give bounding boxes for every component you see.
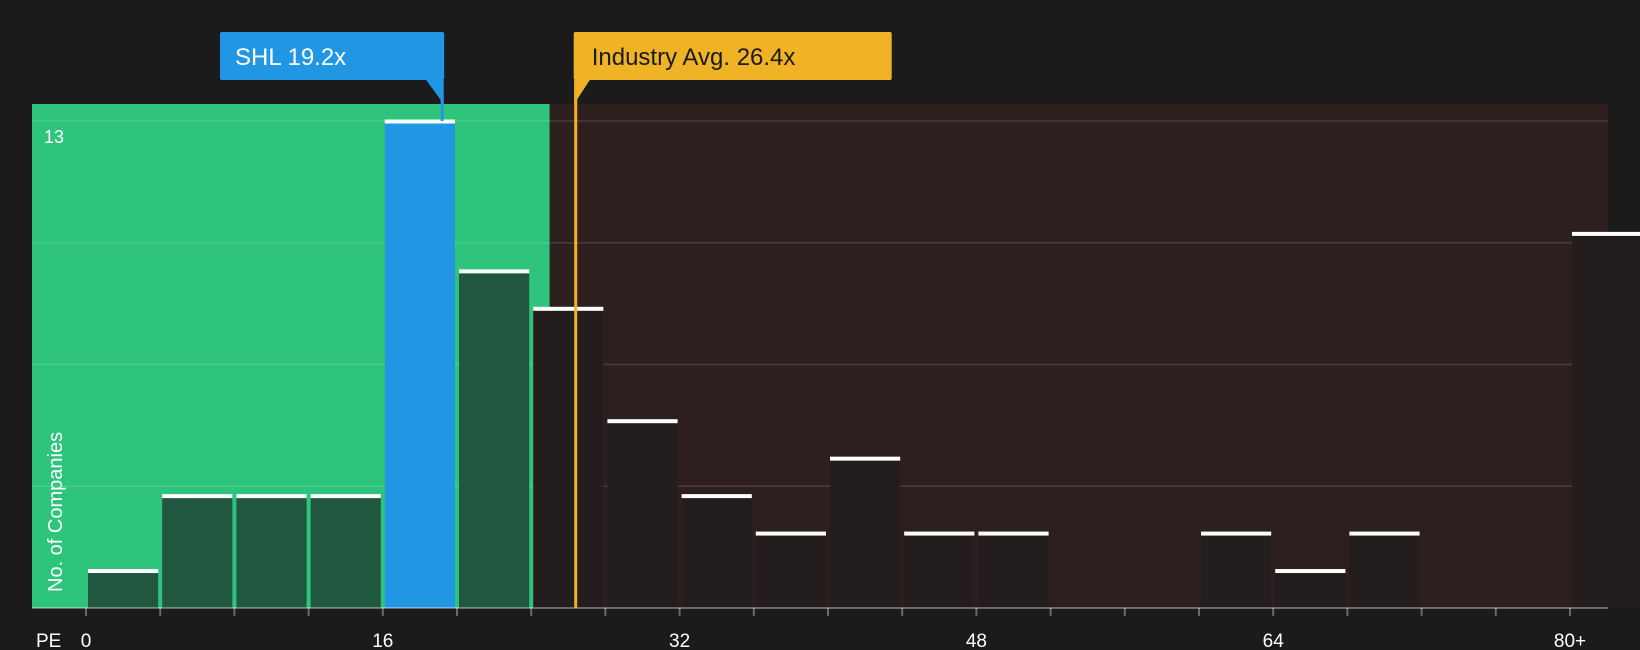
histogram-bar-cap — [384, 119, 455, 124]
histogram-bar-cap — [681, 494, 752, 499]
x-axis-tick-label: 48 — [966, 631, 987, 650]
histogram-bar-cap — [533, 306, 604, 311]
histogram-bar-cap — [607, 419, 678, 424]
histogram-bar — [681, 495, 752, 608]
histogram-bar-cap — [755, 531, 826, 536]
histogram-bar-cap — [236, 494, 307, 499]
histogram-bar — [162, 495, 233, 608]
histogram-bar — [978, 533, 1049, 608]
histogram-bar-cap — [904, 531, 975, 536]
histogram-bar-cap — [830, 456, 901, 461]
histogram-bar-cap — [459, 269, 530, 274]
company-label: SHL 19.2x — [235, 44, 346, 71]
x-axis-tick-label: 80+ — [1554, 631, 1586, 650]
histogram-bar — [310, 495, 381, 608]
x-axis-title: PE — [36, 631, 61, 650]
histogram-bar-cap — [88, 569, 159, 574]
histogram-bar — [755, 533, 826, 608]
histogram-bar — [830, 458, 901, 608]
histogram-bar — [1349, 533, 1420, 608]
histogram-bar — [904, 533, 975, 608]
histogram-bar-cap — [1349, 531, 1420, 536]
histogram-bar — [1201, 533, 1272, 608]
x-axis-tick-label: 32 — [669, 631, 690, 650]
histogram-bar-cap — [310, 494, 381, 499]
histogram-bar — [236, 495, 307, 608]
histogram-bar — [1572, 233, 1640, 608]
histogram-bar — [88, 570, 159, 608]
histogram-bar — [1275, 570, 1346, 608]
histogram-bar — [384, 121, 455, 608]
y-axis-title: No. of Companies — [45, 432, 67, 592]
x-axis-tick-label: 64 — [1263, 631, 1285, 650]
histogram-bar-cap — [162, 494, 233, 499]
histogram-bar-cap — [1275, 569, 1346, 574]
x-axis-tick-label: 16 — [372, 631, 393, 650]
y-axis-max-label: 13 — [44, 127, 64, 147]
industry-avg-label: Industry Avg. 26.4x — [592, 44, 796, 71]
histogram-bar — [607, 420, 678, 608]
histogram-bar-cap — [1572, 231, 1640, 236]
histogram-bar — [459, 270, 530, 608]
histogram-bar — [533, 308, 604, 608]
histogram-bar-cap — [1201, 531, 1272, 536]
histogram-bar-cap — [978, 531, 1049, 536]
pe-distribution-chart: 0 16 32 48 64 80+ Industry Avg. 26.4x SHL 19.2… — [0, 0, 1640, 650]
x-axis-tick-label: 0 — [81, 631, 92, 650]
